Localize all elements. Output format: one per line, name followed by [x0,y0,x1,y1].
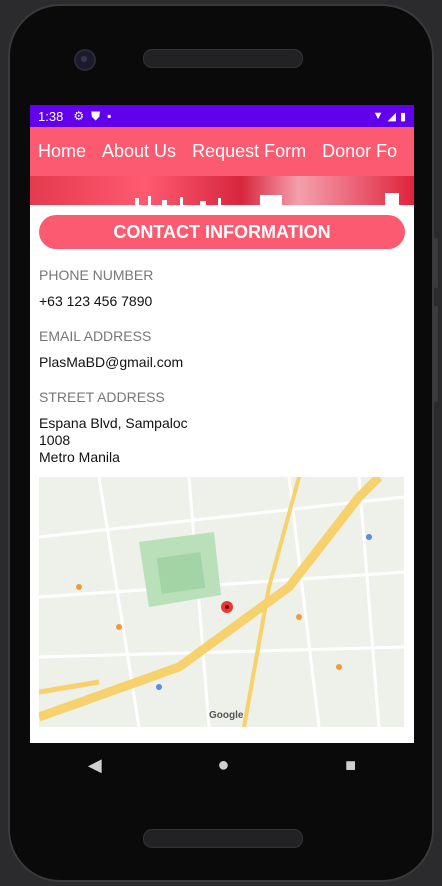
top-navigation: Home About Us Request Form Donor Fo [30,127,414,176]
email-value: PlasMaBD@gmail.com [39,354,184,370]
address-value: Espana Blvd, Sampaloc 1008 Metro Manila [39,415,405,466]
android-navigation-bar: ◀ ● ■ [30,743,414,788]
settings-icon: ⚙ [73,109,85,123]
address-line-street: Espana Blvd, Sampaloc [39,415,188,431]
nav-about-us[interactable]: About Us [94,141,184,162]
volume-button [432,306,438,402]
phone-value: +63 123 456 7890 [39,293,153,309]
nav-request-form[interactable]: Request Form [184,141,314,162]
bottom-speaker [143,829,303,848]
top-speaker [143,49,303,68]
location-map[interactable]: Google [39,477,404,727]
signal-icon: ◢ [387,110,396,123]
nav-home[interactable]: Home [30,141,94,162]
wifi-icon: ▼ [372,109,384,122]
phone-label: PHONE NUMBER [39,267,154,283]
status-bar: 1:38 ⚙ ⛊ ▪ ▼ ◢ ▮ [30,105,414,127]
back-icon[interactable]: ◀ [88,755,102,776]
contact-information-button[interactable]: CONTACT INFORMATION [39,215,405,249]
map-google-credit: Google [209,710,244,721]
battery-icon: ▮ [399,110,406,123]
nav-donor-form[interactable]: Donor Fo [314,141,405,162]
recents-icon[interactable]: ■ [345,755,356,776]
address-line-zip: 1008 [39,432,71,448]
header-banner-image [30,176,414,205]
power-button [432,238,438,288]
sd-card-icon: ▪ [107,109,112,123]
address-label: STREET ADDRESS [39,389,165,405]
address-line-city: Metro Manila [39,449,120,465]
app-screen: 1:38 ⚙ ⛊ ▪ ▼ ◢ ▮ Home About Us Request F… [30,105,414,743]
status-time: 1:38 [38,108,64,124]
front-camera [74,49,96,71]
map-graphic [39,477,404,727]
home-icon[interactable]: ● [217,754,229,777]
email-label: EMAIL ADDRESS [39,328,152,344]
shield-icon: ⛊ [91,108,101,123]
